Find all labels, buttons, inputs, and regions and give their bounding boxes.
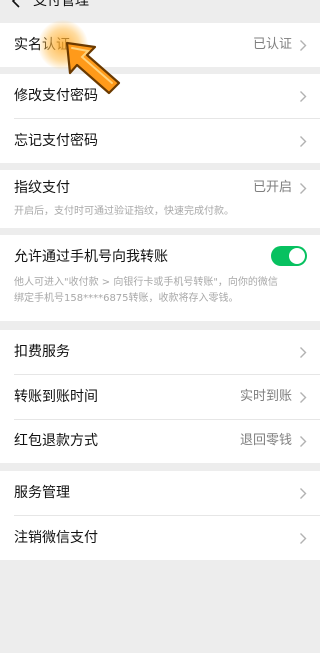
chevron-right-icon [300,40,307,51]
chevron-right-icon [300,136,307,147]
realname-row[interactable]: 实名认证 已认证 [0,23,320,67]
phone-transfer-label: 允许通过手机号向我转账 [14,249,168,265]
chevron-right-icon [300,392,307,403]
group-account: 服务管理 注销微信支付 [0,471,320,560]
fingerprint-row[interactable]: 指纹支付 已开启 [0,170,320,206]
realname-label: 实名认证 [14,37,70,53]
arrival-time-label: 转账到账时间 [14,389,98,405]
change-password-label: 修改支付密码 [14,88,98,104]
chevron-right-icon [300,436,307,447]
service-management-row[interactable]: 服务管理 [0,471,320,515]
toggle-knob [289,248,305,264]
chevron-right-icon [300,91,307,102]
chevron-right-icon [300,183,307,194]
cancel-wechat-pay-row[interactable]: 注销微信支付 [0,516,320,560]
fingerprint-description: 开启后，支付时可通过验证指纹，快速完成付款。 [14,206,234,217]
forgot-password-row[interactable]: 忘记支付密码 [0,119,320,163]
fingerprint-status: 已开启 [252,180,292,195]
chevron-right-icon [300,347,307,358]
back-arrow-icon[interactable] [10,0,24,8]
group-fingerprint: 指纹支付 已开启 开启后，支付时可通过验证指纹，快速完成付款。 [0,170,320,228]
deduction-service-label: 扣费服务 [14,344,70,360]
chevron-right-icon [300,488,307,499]
phone-transfer-toggle[interactable] [271,246,307,266]
page-title: 支付管理 [33,0,89,9]
top-bar: 支付管理 [0,0,320,14]
chevron-right-icon [300,533,307,544]
realname-status: 已认证 [252,37,292,52]
phone-transfer-desc-line1: 他人可进入"收付款 > 向银行卡或手机号转账"，向你的微信 [14,277,278,288]
phone-transfer-desc-line2: 绑定手机号158****6875转账，收款将存入零钱。 [14,293,239,304]
refund-method-row[interactable]: 红包退款方式 退回零钱 [0,419,320,463]
arrival-time-value: 实时到账 [239,389,292,404]
group-services: 扣费服务 转账到账时间 实时到账 红包退款方式 退回零钱 [0,330,320,463]
deduction-service-row[interactable]: 扣费服务 [0,330,320,374]
refund-method-value: 退回零钱 [239,433,292,448]
change-password-row[interactable]: 修改支付密码 [0,74,320,118]
phone-transfer-row: 允许通过手机号向我转账 [0,235,320,279]
fingerprint-label: 指纹支付 [14,180,70,196]
refund-method-label: 红包退款方式 [14,433,98,449]
arrival-time-row[interactable]: 转账到账时间 实时到账 [0,375,320,419]
group-identity: 实名认证 已认证 [0,23,320,67]
cancel-wechat-pay-label: 注销微信支付 [14,530,98,546]
forgot-password-label: 忘记支付密码 [14,133,98,149]
service-management-label: 服务管理 [14,485,70,501]
group-phone-transfer: 允许通过手机号向我转账 他人可进入"收付款 > 向银行卡或手机号转账"，向你的微… [0,235,320,321]
group-password: 修改支付密码 忘记支付密码 [0,74,320,163]
